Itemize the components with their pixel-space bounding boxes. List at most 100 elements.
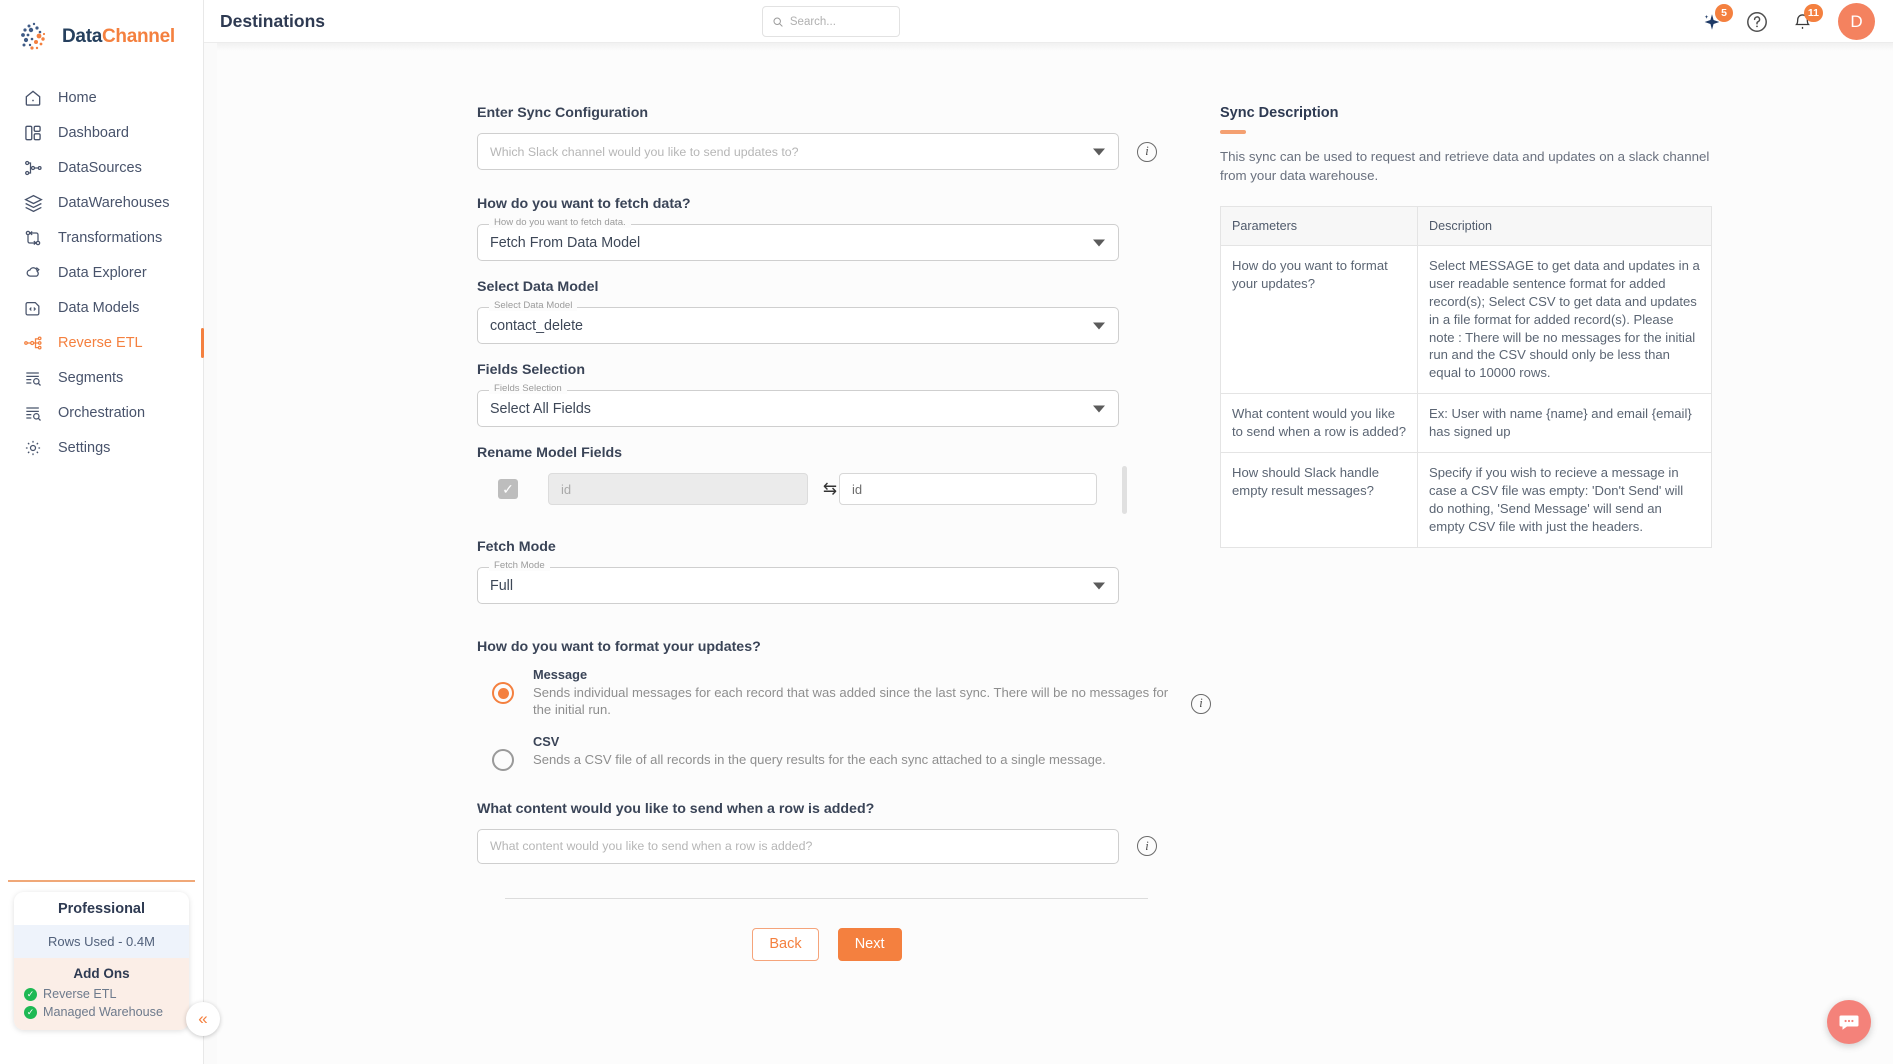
data-model-float-label: Select Data Model [489, 300, 578, 311]
sidebar-item-data-explorer[interactable]: Data Explorer [0, 256, 203, 290]
cell-description: Select MESSAGE to get data and updates i… [1417, 245, 1712, 395]
addon-item: ✓ Managed Warehouse [24, 1003, 189, 1021]
datachannel-logo-icon [16, 18, 53, 55]
format-updates-info-icon[interactable]: i [1191, 693, 1211, 714]
fields-selection-select[interactable]: Select All Fields [477, 390, 1119, 427]
plan-card: Professional Rows Used - 0.4M Add Ons ✓ … [14, 892, 189, 1030]
form-actions: Back Next [477, 927, 1177, 961]
next-button[interactable]: Next [837, 927, 902, 961]
column-header-description: Description [1417, 206, 1712, 246]
ai-sparkle-button[interactable]: 5 [1700, 3, 1733, 34]
sidebar-item-settings[interactable]: Settings [0, 431, 203, 465]
segments-icon [22, 367, 44, 389]
plan-addons-list: ✓ Reverse ETL ✓ Managed Warehouse [14, 985, 189, 1030]
sidebar-item-label: Transformations [58, 230, 163, 246]
data-model-select[interactable]: contact_delete [477, 307, 1119, 344]
fetch-data-select[interactable]: Fetch From Data Model [477, 224, 1119, 261]
format-option-title: CSV [533, 733, 560, 749]
format-option-csv[interactable]: CSV Sends a CSV file of all records in t… [492, 734, 1220, 771]
back-button[interactable]: Back [752, 927, 819, 961]
slack-channel-info-icon[interactable]: i [1137, 141, 1157, 162]
topbar-actions: 5 11 D [1700, 0, 1875, 43]
table-row: What content would you like to send when… [1220, 393, 1712, 454]
search-input[interactable] [789, 15, 890, 28]
avatar-initial: D [1850, 11, 1863, 31]
content-area: Enter Sync Configuration Which Slack cha… [204, 43, 1893, 1064]
sidebar-item-dashboard[interactable]: Dashboard [0, 116, 203, 150]
sync-description-title: Sync Description [1220, 105, 1339, 121]
slack-channel-select[interactable]: Which Slack channel would you like to se… [477, 133, 1119, 170]
avatar[interactable]: D [1838, 3, 1875, 40]
sidebar-item-reverse-etl[interactable]: Reverse ETL [0, 326, 204, 360]
fetch-mode-select[interactable]: Full [477, 567, 1119, 604]
sidebar-item-home[interactable]: Home [0, 81, 203, 115]
datasources-icon [22, 157, 44, 179]
radio-csv[interactable] [492, 748, 514, 771]
brand[interactable]: DataChannel [0, 0, 203, 73]
sidebar-item-transformations[interactable]: Transformations [0, 221, 203, 255]
rename-row-checkbox[interactable]: ✓ [498, 479, 518, 499]
content-heading: What content would you like to send when… [477, 800, 875, 817]
notifications-button[interactable]: 11 [1790, 3, 1823, 34]
chevron-down-icon [1093, 405, 1105, 412]
main-area: Destinations 5 [204, 0, 1893, 1064]
rename-target-input[interactable]: id [839, 473, 1097, 505]
cell-description: Ex: User with name {name} and email {ema… [1417, 393, 1712, 454]
sidebar-item-label: Reverse ETL [58, 335, 143, 351]
parameters-table: Parameters Description How do you want t… [1220, 205, 1712, 548]
transformations-icon [22, 227, 44, 249]
sidebar-divider [8, 880, 195, 882]
dashboard-icon [22, 122, 44, 144]
format-updates-heading: How do you want to format your updates? [477, 639, 761, 655]
settings-gear-icon [22, 437, 44, 459]
fetch-mode-float-label: Fetch Mode [489, 560, 550, 571]
format-option-csv-text: CSV Sends a CSV file of all records in t… [533, 734, 1106, 768]
help-circle-icon [1747, 11, 1767, 32]
chevron-down-icon [1093, 322, 1105, 329]
table-head: Parameters Description [1220, 206, 1712, 246]
search-box[interactable] [762, 6, 900, 37]
fetch-mode-heading: Fetch Mode [477, 539, 556, 555]
content-info-icon[interactable]: i [1137, 836, 1157, 857]
radio-message[interactable] [492, 682, 514, 704]
sidebar-item-label: Orchestration [58, 405, 146, 421]
sync-configuration-form: Enter Sync Configuration Which Slack cha… [217, 43, 1220, 1064]
sidebar-item-label: Settings [58, 440, 111, 456]
column-header-parameters: Parameters [1220, 206, 1418, 246]
form-divider [505, 897, 1148, 899]
chevron-down-icon [1093, 239, 1105, 246]
format-option-message[interactable]: Message Sends individual messages for ea… [492, 667, 1173, 719]
slack-channel-row: Which Slack channel would you like to se… [477, 133, 1220, 170]
format-option-desc: Sends individual messages for each recor… [533, 685, 1169, 718]
sidebar-nav: Home Dashboard DataSources DataWarehouse… [0, 81, 204, 466]
content-inner: Enter Sync Configuration Which Slack cha… [217, 43, 1893, 1064]
rename-field-row: ✓ id ⇆ id [477, 466, 1127, 514]
table-body: How do you want to format your updates? … [1220, 245, 1712, 548]
notification-badge: 11 [1803, 3, 1823, 22]
data-model-field-wrap: Select Data Model contact_delete [477, 300, 1220, 344]
sidebar-item-datawarehouses[interactable]: DataWarehouses [0, 186, 203, 220]
fetch-data-heading: How do you want to fetch data? [477, 196, 691, 212]
data-model-heading: Select Data Model [477, 279, 599, 295]
fetch-data-field-wrap: How do you want to fetch data. Fetch Fro… [477, 217, 1220, 261]
sync-description-body: This sync can be used to request and ret… [1220, 149, 1710, 183]
help-button[interactable] [1745, 10, 1769, 34]
content-input[interactable]: What content would you like to send when… [477, 828, 1119, 864]
chat-support-button[interactable] [1827, 1000, 1871, 1044]
sidebar-item-data-models[interactable]: Data Models [0, 291, 203, 325]
title-underline [1220, 130, 1246, 134]
page-title: Destinations [220, 10, 326, 31]
sidebar-item-datasources[interactable]: DataSources [0, 151, 203, 185]
reverse-etl-icon [22, 332, 44, 354]
sidebar-item-orchestration[interactable]: Orchestration [0, 396, 203, 430]
sidebar-item-segments[interactable]: Segments [0, 361, 203, 395]
sidebar-item-label: DataSources [58, 160, 142, 176]
rename-list-scrollbar[interactable] [1122, 466, 1127, 514]
sync-description-panel: Sync Description This sync can be used t… [1220, 43, 1893, 1064]
table-row: How should Slack handle empty result mes… [1220, 452, 1712, 548]
data-explorer-icon [22, 262, 44, 284]
sidebar-collapse-button[interactable]: « [186, 1002, 220, 1036]
rename-source-input[interactable]: id [548, 473, 808, 505]
cell-parameter: What content would you like to send when… [1220, 393, 1418, 454]
